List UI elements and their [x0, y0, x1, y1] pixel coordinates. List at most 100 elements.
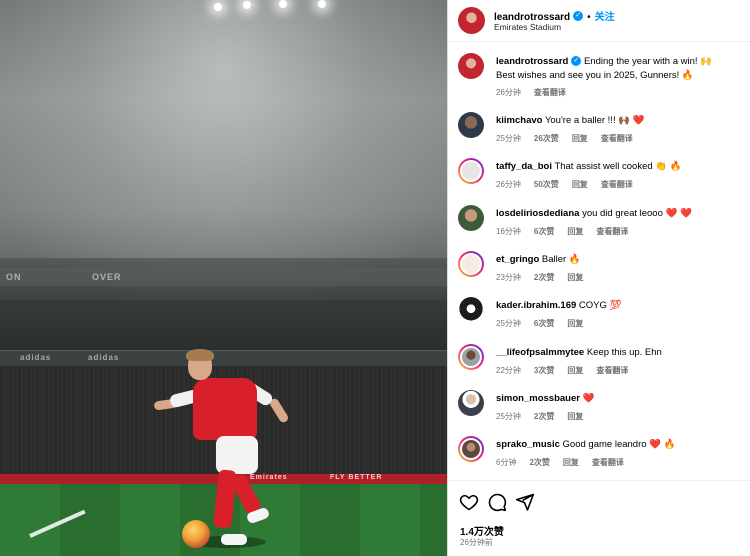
see-translation-link[interactable]: 查看翻译: [601, 134, 633, 143]
comment-item: simon_mossbauer ❤️ 25分钟 2次赞 回复: [458, 390, 748, 430]
reply-button[interactable]: 回复: [567, 366, 583, 375]
comment-username[interactable]: sprako_music: [496, 439, 560, 450]
comment-username[interactable]: losdeliriosdediana: [496, 208, 579, 219]
comment-time: 25分钟: [496, 319, 521, 328]
caption-text: leandrotrossard ✓ Ending the year with a …: [496, 55, 748, 83]
comment-text-row: simon_mossbauer ❤️: [496, 392, 748, 406]
see-translation-link[interactable]: 查看翻译: [534, 88, 566, 97]
author-avatar[interactable]: [458, 53, 484, 79]
comment-time: 22分钟: [496, 366, 521, 375]
reply-button[interactable]: 回复: [567, 319, 583, 328]
reply-button[interactable]: 回复: [572, 180, 588, 189]
caption-username[interactable]: leandrotrossard: [496, 56, 568, 67]
comment-meta: 23分钟 2次赞 回复: [496, 272, 596, 283]
caption-meta: 26分钟 查看翻译: [496, 87, 579, 98]
comment-item: kiimchavo You're a baller !!! 🙌🏾 ❤️ 25分钟…: [458, 112, 748, 152]
reply-button[interactable]: 回复: [567, 273, 583, 282]
comment-text-row: kiimchavo You're a baller !!! 🙌🏾 ❤️: [496, 114, 748, 128]
commenter-avatar[interactable]: [458, 251, 484, 277]
comment-time: 26分钟: [496, 180, 521, 189]
reply-button[interactable]: 回复: [567, 412, 583, 421]
floodlight: [279, 0, 287, 8]
comment-text: ❤️: [582, 393, 595, 404]
see-translation-link[interactable]: 查看翻译: [596, 227, 628, 236]
floodlight: [318, 0, 326, 8]
comment-likes[interactable]: 2次赞: [534, 412, 554, 421]
commenter-avatar[interactable]: [458, 205, 484, 231]
commenter-avatar[interactable]: [458, 158, 484, 184]
follow-button[interactable]: 关注: [595, 12, 615, 23]
commenter-avatar[interactable]: [458, 344, 484, 370]
post-location[interactable]: Emirates Stadium: [494, 22, 561, 32]
comment-username[interactable]: simon_mossbauer: [496, 393, 580, 404]
commenter-avatar[interactable]: [458, 112, 484, 138]
floodlight: [214, 3, 222, 11]
player-hair: [186, 349, 214, 361]
commenter-avatar[interactable]: [458, 297, 484, 323]
see-translation-link[interactable]: 查看翻译: [596, 366, 628, 375]
board-text: adidas: [20, 353, 52, 362]
verified-badge-icon: ✓: [573, 10, 584, 21]
share-icon[interactable]: [515, 492, 535, 512]
comment-username[interactable]: kiimchavo: [496, 115, 542, 126]
comment-meta: 25分钟 6次赞 回复: [496, 318, 596, 329]
comment-text-row: taffy_da_boi That assist well cooked 👏 🔥: [496, 160, 748, 174]
comment-username[interactable]: __lifeofpsalmmytee: [496, 347, 584, 358]
comment-item: losdeliriosdediana you did great leooo ❤…: [458, 205, 748, 245]
comment-meta: 25分钟 26次赞 回复 查看翻译: [496, 133, 646, 144]
comment-time: 25分钟: [496, 412, 521, 421]
post-caption: leandrotrossard ✓ Ending the year with a …: [458, 53, 748, 99]
commenter-avatar[interactable]: [458, 390, 484, 416]
comment-username[interactable]: et_gringo: [496, 254, 539, 265]
comment-likes[interactable]: 6次赞: [534, 227, 554, 236]
comment-item: __lifeofpsalmmytee Keep this up. Ehn 22分…: [458, 344, 748, 384]
comment-likes[interactable]: 3次赞: [534, 366, 554, 375]
separator-dot: •: [587, 12, 591, 23]
comment-text-row: sprako_music Good game leandro ❤️ 🔥: [496, 438, 748, 452]
reply-button[interactable]: 回复: [572, 134, 588, 143]
see-translation-link[interactable]: 查看翻译: [592, 458, 624, 467]
comment-username[interactable]: taffy_da_boi: [496, 161, 552, 172]
like-count[interactable]: 1.4万次赞: [460, 523, 504, 538]
comment-text-row: kader.ibrahim.169 COYG 💯: [496, 299, 748, 313]
comment-text: COYG 💯: [578, 300, 622, 311]
comment-item: sprako_music Good game leandro ❤️ 🔥 6分钟 2…: [458, 436, 748, 476]
comment-text: You're a baller !!! 🙌🏾 ❤️: [544, 115, 645, 126]
comment-icon[interactable]: [487, 492, 507, 512]
led-text: Emirates: [250, 474, 288, 481]
comment-time: 16分钟: [496, 227, 521, 236]
caption-time: 26分钟: [496, 88, 521, 97]
comment-likes[interactable]: 26次赞: [534, 134, 559, 143]
comment-likes[interactable]: 6次赞: [534, 319, 554, 328]
see-translation-link[interactable]: 查看翻译: [601, 180, 633, 189]
reply-button[interactable]: 回复: [567, 227, 583, 236]
led-text: FLY BETTER: [330, 474, 383, 481]
comment-likes[interactable]: 2次赞: [529, 458, 549, 467]
post-header: leandrotrossard ✓ • 关注 Emirates Stadium: [448, 0, 750, 42]
comment-meta: 6分钟 2次赞 回复 查看翻译: [496, 457, 637, 468]
reply-button[interactable]: 回复: [563, 458, 579, 467]
comment-username[interactable]: kader.ibrahim.169: [496, 300, 576, 311]
comment-likes[interactable]: 2次赞: [534, 273, 554, 282]
comment-meta: 22分钟 3次赞 回复 查看翻译: [496, 365, 641, 376]
football: [182, 520, 210, 548]
board-text: adidas: [88, 353, 120, 362]
comment-item: et_gringo Baller 🔥 23分钟 2次赞 回复: [458, 251, 748, 291]
comment-time: 23分钟: [496, 273, 521, 282]
stand-sign-text: OVER: [92, 272, 122, 282]
advertising-board: [0, 350, 447, 366]
verified-badge-icon: ✓: [571, 56, 582, 67]
heart-icon[interactable]: [459, 492, 479, 512]
commenter-avatar[interactable]: [458, 436, 484, 462]
comment-item: taffy_da_boi That assist well cooked 👏 🔥…: [458, 158, 748, 198]
post-detail-panel: leandrotrossard ✓ • 关注 Emirates Stadium lea…: [447, 0, 750, 556]
author-avatar[interactable]: [458, 7, 485, 34]
post-photo[interactable]: ON OVER adidas adidas Emirates FLY BETTE…: [0, 0, 447, 556]
floodlight: [243, 1, 251, 9]
comment-text-row: losdeliriosdediana you did great leooo ❤…: [496, 207, 748, 221]
caption-line: Best wishes and see you in 2025, Gunners…: [496, 70, 694, 81]
post-timestamp[interactable]: 26分钟前: [460, 537, 493, 548]
comment-likes[interactable]: 50次赞: [534, 180, 559, 189]
caption-line: Ending the year with a win! 🙌: [583, 56, 712, 67]
comment-meta: 26分钟 50次赞 回复 查看翻译: [496, 179, 646, 190]
